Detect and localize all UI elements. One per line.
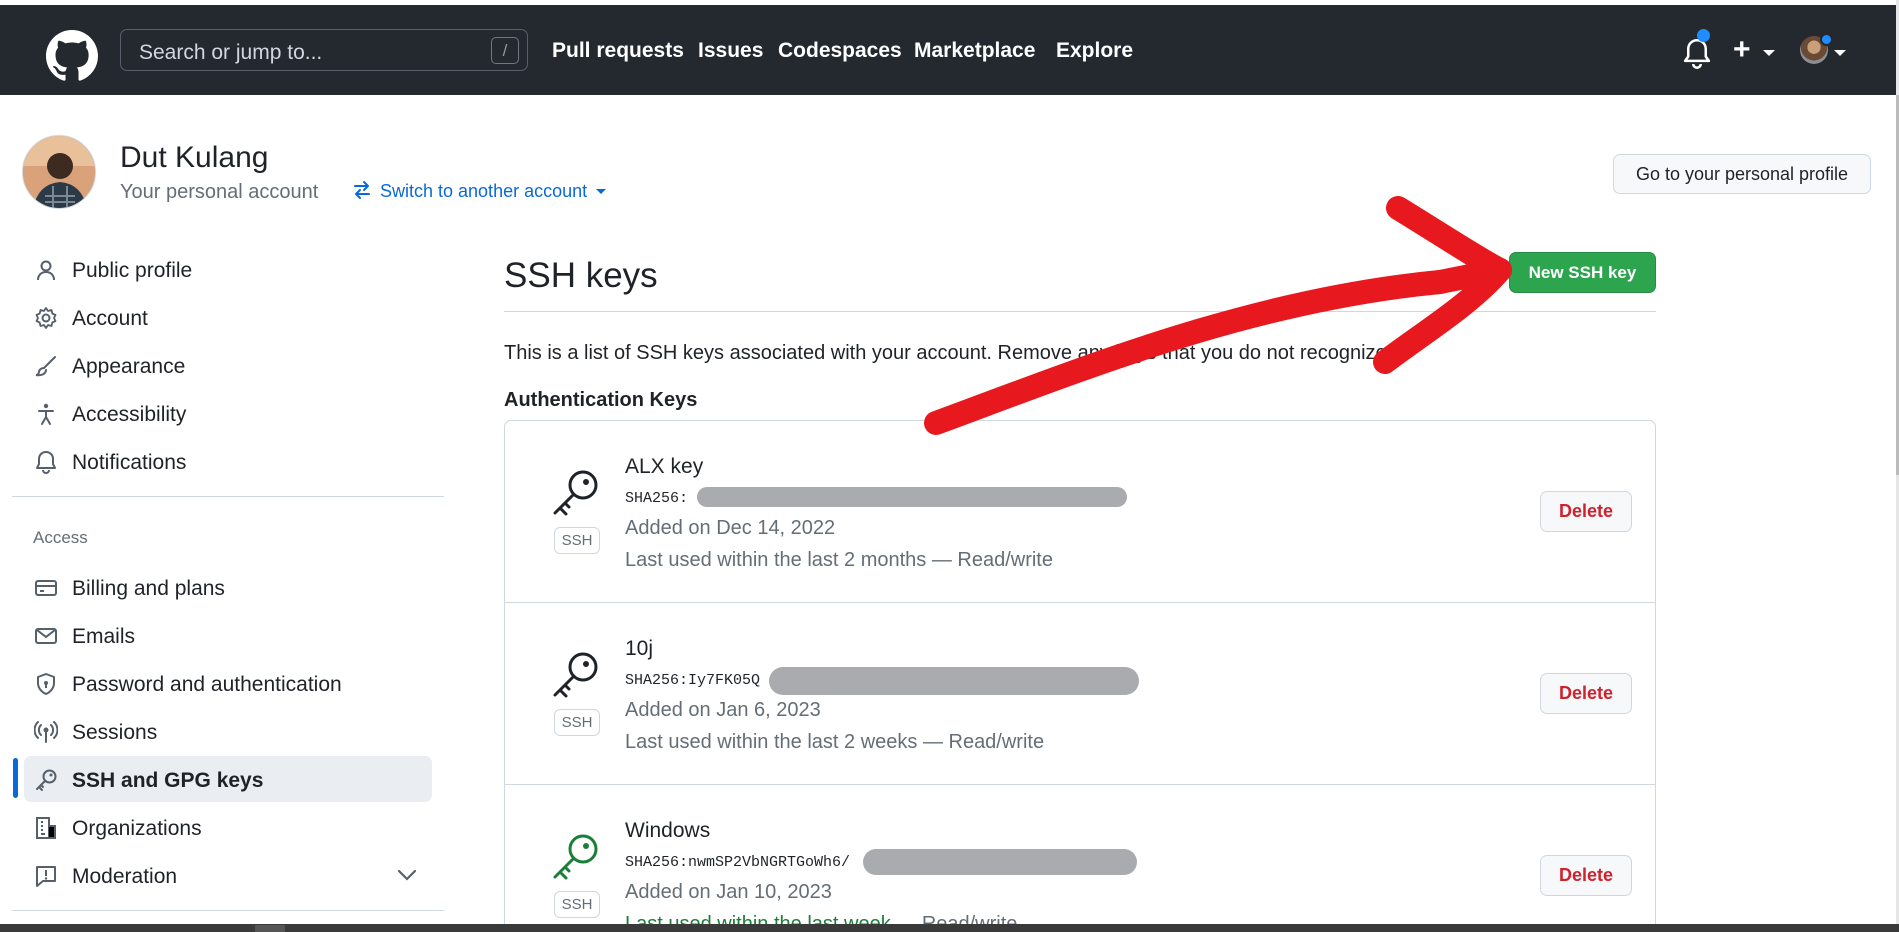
notification-indicator — [1697, 29, 1710, 42]
sidebar-item-label: Password and authentication — [72, 673, 342, 696]
bell-icon — [36, 451, 56, 474]
user-menu-chevron-down-icon[interactable] — [1834, 50, 1846, 56]
sidebar-item-account[interactable]: Account — [24, 294, 432, 340]
nav-pull-requests[interactable]: Pull requests — [552, 39, 684, 63]
redaction-mark — [697, 487, 1127, 507]
switch-account-label: Switch to another account — [380, 181, 588, 201]
key-fingerprint: SHA256: — [625, 490, 689, 507]
sidebar-item-label: Account — [72, 307, 148, 330]
chevron-down-icon[interactable] — [396, 868, 418, 882]
sidebar-item-label: Public profile — [72, 259, 193, 282]
sidebar-item-moderation[interactable]: Moderation — [24, 852, 432, 898]
sidebar-item-label: Appearance — [72, 355, 186, 378]
nav-issues[interactable]: Issues — [698, 39, 763, 63]
sidebar-item-label: Accessibility — [72, 403, 187, 426]
report-icon — [36, 866, 56, 887]
key-type-badge: SSH — [554, 891, 600, 918]
delete-key-button[interactable]: Delete — [1540, 673, 1632, 714]
search-input[interactable]: Search or jump to... / — [120, 29, 528, 71]
redaction-mark — [769, 667, 1139, 695]
sidebar-item-organizations[interactable]: Organizations — [24, 804, 432, 850]
redaction-mark — [863, 849, 1137, 875]
sidebar-item-label: Emails — [72, 625, 136, 648]
delete-key-button[interactable]: Delete — [1540, 491, 1632, 532]
sidebar-item-label: SSH and GPG keys — [72, 769, 264, 792]
create-chevron-down-icon[interactable] — [1763, 50, 1775, 56]
nav-codespaces[interactable]: Codespaces — [778, 39, 902, 63]
key-icon — [553, 834, 598, 880]
list-item: SSH ALX key SHA256: Added on Dec 14, 202… — [505, 421, 1655, 603]
key-title: 10j — [625, 637, 654, 660]
horizontal-scrollbar-thumb[interactable] — [255, 925, 285, 932]
ssh-key-list: SSH ALX key SHA256: Added on Dec 14, 202… — [504, 420, 1656, 932]
gear-icon — [35, 307, 57, 329]
search-placeholder: Search or jump to... — [139, 41, 323, 64]
key-title: Windows — [625, 819, 711, 842]
key-icon — [553, 470, 598, 516]
key-type-badge: SSH — [554, 709, 600, 736]
notifications-bell-icon[interactable] — [1682, 37, 1712, 71]
key-last-used: Last used within the last 2 months — Rea… — [625, 549, 1053, 571]
sidebar-item-label: Moderation — [72, 865, 178, 888]
sidebar-item-label: Billing and plans — [72, 577, 225, 600]
go-to-profile-button[interactable]: Go to your personal profile — [1613, 154, 1871, 194]
organization-icon — [36, 817, 56, 839]
key-last-used: Last used within the last 2 weeks — Read… — [625, 731, 1045, 753]
new-ssh-key-button[interactable]: New SSH key — [1509, 252, 1656, 293]
nav-marketplace[interactable]: Marketplace — [914, 39, 1035, 63]
key-added-date: Added on Jan 6, 2023 — [625, 699, 821, 721]
key-type-badge: SSH — [554, 527, 600, 554]
sidebar-section-heading: Access — [33, 528, 88, 547]
page-title: SSH keys — [504, 256, 658, 295]
nav-explore[interactable]: Explore — [1056, 39, 1133, 63]
key-fingerprint: SHA256:Iy7FK05Q — [625, 672, 761, 689]
sidebar-item-emails[interactable]: Emails — [24, 612, 432, 658]
title-divider — [504, 311, 1656, 312]
key-added-date: Added on Jan 10, 2023 — [625, 881, 832, 903]
global-header: Search or jump to... / Pull requests Iss… — [0, 5, 1896, 95]
sidebar-divider — [12, 496, 444, 497]
list-item: SSH Windows SHA256:nwmSP2VbNGRTGoWh6/ Ad… — [505, 785, 1655, 932]
github-logo-icon[interactable] — [46, 30, 98, 82]
sidebar-item-public-profile[interactable]: Public profile — [24, 246, 432, 292]
profile-avatar — [22, 135, 96, 209]
key-fingerprint: SHA256:nwmSP2VbNGRTGoWh6/ — [625, 854, 851, 871]
shield-lock-icon — [37, 673, 55, 695]
avatar-status-indicator — [1820, 33, 1833, 46]
sidebar-item-label: Sessions — [72, 721, 158, 744]
delete-key-button[interactable]: Delete — [1540, 855, 1632, 896]
profile-name: Dut Kulang — [120, 141, 269, 174]
sidebar-item-password[interactable]: Password and authentication — [24, 660, 432, 706]
sidebar-item-sessions[interactable]: Sessions — [24, 708, 432, 754]
credit-card-icon — [35, 580, 57, 596]
key-icon — [553, 652, 598, 698]
sidebar-item-accessibility[interactable]: Accessibility — [24, 390, 432, 436]
sidebar-item-appearance[interactable]: Appearance — [24, 342, 432, 388]
sidebar-divider — [12, 910, 444, 911]
search-shortcut-hint: / — [491, 37, 519, 64]
arrow-switch-icon — [354, 181, 370, 199]
key-added-date: Added on Dec 14, 2022 — [625, 517, 836, 539]
active-item-indicator — [13, 758, 18, 798]
profile-subtitle: Your personal account — [120, 181, 319, 203]
paintbrush-icon — [35, 356, 56, 377]
person-icon — [37, 260, 55, 281]
sidebar-item-ssh-gpg-keys[interactable]: SSH and GPG keys — [24, 756, 432, 802]
accessibility-icon — [38, 403, 54, 425]
key-title: ALX key — [625, 455, 704, 478]
switch-account-link[interactable]: Switch to another account — [352, 180, 607, 202]
key-icon — [36, 769, 57, 791]
sidebar-item-notifications[interactable]: Notifications — [24, 438, 432, 484]
intro-text: This is a list of SSH keys associated wi… — [504, 342, 1393, 364]
mail-icon — [35, 628, 57, 644]
create-new-icon[interactable]: + — [1733, 35, 1751, 65]
switch-chevron-down-icon — [596, 189, 607, 194]
section-heading: Authentication Keys — [504, 389, 698, 411]
broadcast-icon — [34, 721, 58, 743]
sidebar-item-label: Organizations — [72, 817, 202, 840]
sidebar-item-label: Notifications — [72, 451, 187, 474]
sidebar-item-billing[interactable]: Billing and plans — [24, 564, 432, 610]
list-item: SSH 10j SHA256:Iy7FK05Q Added on Jan 6, … — [505, 603, 1655, 785]
